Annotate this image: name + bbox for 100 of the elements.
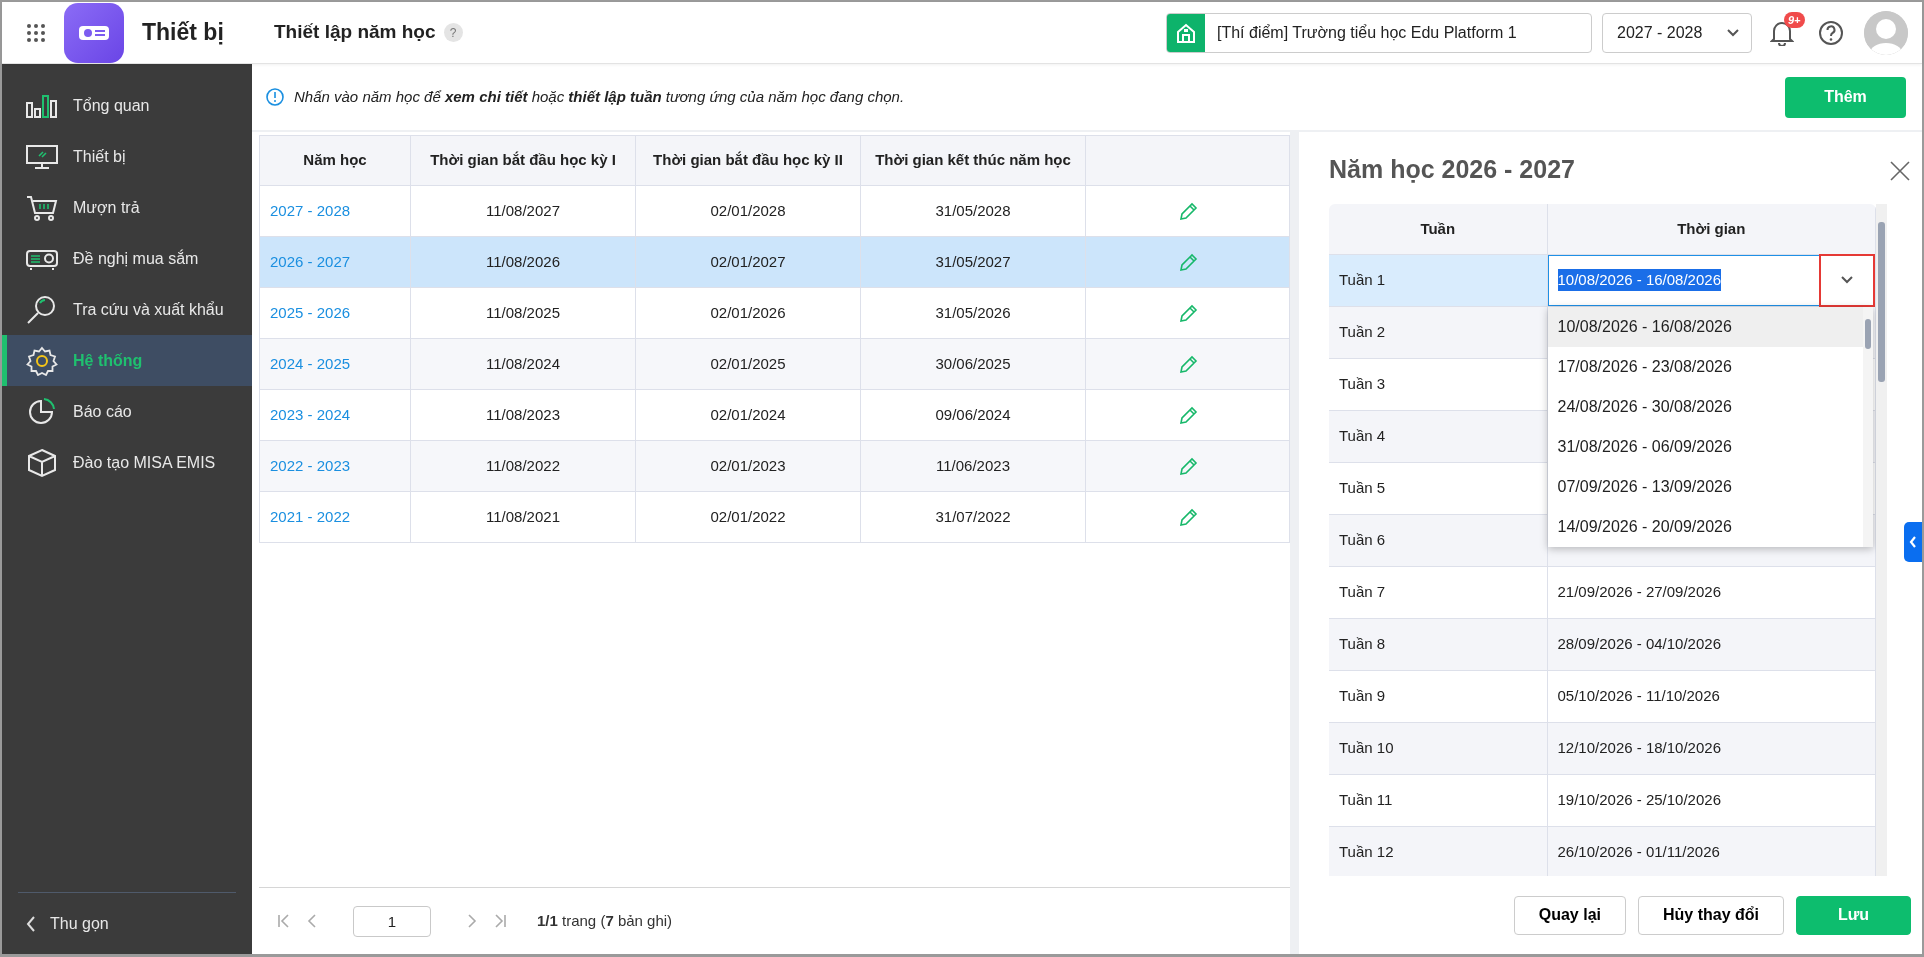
edit-icon[interactable] (1177, 303, 1198, 324)
table-cell: 11/08/2027 (410, 185, 636, 237)
table-cell: 11/06/2023 (860, 440, 1086, 492)
app-name: Thiết bị (142, 18, 224, 48)
edit-icon[interactable] (1177, 201, 1198, 222)
chevron-down-icon (1727, 28, 1739, 37)
column-header: Thời gian bắt đầu học kỳ I (410, 135, 636, 186)
table-cell: 05/10/2026 - 11/10/2026 (1547, 670, 1876, 722)
monitor-icon (25, 143, 59, 170)
sidebar-item[interactable]: Hệ thống (2, 335, 252, 386)
table-cell: 02/01/2027 (635, 236, 861, 288)
table-cell: Tuần 11 (1329, 774, 1547, 826)
table-cell: 11/08/2026 (410, 236, 636, 288)
info-text: Nhấn vào năm học để xem chi tiết hoặc thiết lập tuần tương ứng của năm học đang chọn. (294, 86, 905, 107)
table-cell: Tuần 4 (1329, 410, 1547, 462)
sidebar-item[interactable]: Đào tạo MISA EMIS (2, 437, 252, 488)
help-button[interactable]: ? (443, 23, 463, 42)
chevron-left-icon (26, 915, 36, 932)
year-link[interactable]: 2021 - 2022 (259, 491, 411, 543)
table-cell: 21/09/2026 - 27/09/2026 (1547, 566, 1876, 618)
gear-icon (25, 345, 59, 376)
action-button[interactable]: Quay lại (1513, 895, 1626, 935)
dropdown-option[interactable]: 10/08/2026 - 16/08/2026 (1547, 306, 1863, 347)
chart-icon (25, 92, 59, 119)
table-cell: 11/08/2021 (410, 491, 636, 543)
school-field[interactable]: [Thí điểm] Trường tiểu học Edu Platform 1 (1166, 12, 1592, 53)
info-icon (266, 88, 284, 106)
first-page-icon[interactable] (277, 914, 291, 928)
expand-tab-button[interactable] (1904, 522, 1922, 562)
dropdown-toggle-button[interactable] (1819, 253, 1875, 307)
table-cell: 28/09/2026 - 04/10/2026 (1547, 618, 1876, 670)
sidebar-item[interactable]: Mượn trả (2, 182, 252, 233)
table-cell: 11/08/2023 (410, 389, 636, 441)
table-cell: 02/01/2028 (635, 185, 861, 237)
dropdown-option[interactable]: 24/08/2026 - 30/08/2026 (1547, 386, 1863, 427)
panel-title: Năm học 2026 - 2027 (1329, 154, 1575, 186)
table-cell: 11/08/2024 (410, 338, 636, 390)
column-header: Thời gian kết thúc năm học (860, 135, 1086, 186)
scrollbar[interactable] (1876, 204, 1887, 876)
sidebar-item[interactable]: Tra cứu và xuất khẩu (2, 284, 252, 335)
sidebar-item[interactable]: Thiết bị (2, 131, 252, 182)
cart-icon (25, 194, 59, 221)
sidebar-item[interactable]: Tổng quan (2, 80, 252, 131)
edit-icon[interactable] (1177, 405, 1198, 426)
dropdown-option[interactable]: 31/08/2026 - 06/09/2026 (1547, 426, 1863, 467)
table-cell: 09/06/2024 (860, 389, 1086, 441)
apps-grid-icon[interactable] (26, 22, 46, 43)
dropdown-option[interactable]: 17/08/2026 - 23/08/2026 (1547, 346, 1863, 387)
table-cell: 31/05/2027 (860, 236, 1086, 288)
year-link[interactable]: 2025 - 2026 (259, 287, 411, 339)
column-header: Thời gian bắt đầu học kỳ II (635, 135, 861, 186)
help-icon[interactable] (1818, 19, 1844, 46)
table-cell: 11/08/2025 (410, 287, 636, 339)
page-number-field[interactable]: 1 (353, 905, 431, 937)
edit-icon[interactable] (1177, 456, 1198, 477)
column-header: Thời gian (1547, 204, 1876, 254)
avatar[interactable] (1864, 10, 1908, 55)
table-cell: 02/01/2023 (635, 440, 861, 492)
table-cell: 11/08/2022 (410, 440, 636, 492)
last-page-icon[interactable] (493, 914, 507, 928)
table-cell: Tuần 9 (1329, 670, 1547, 722)
table-cell: 02/01/2024 (635, 389, 861, 441)
table-cell: 02/01/2025 (635, 338, 861, 390)
column-header: Tuần (1329, 204, 1547, 254)
page-summary: 1/1 trang (7 bản ghi) (537, 910, 673, 931)
year-link[interactable]: 2027 - 2028 (259, 185, 411, 237)
table-cell: 02/01/2026 (635, 287, 861, 339)
table-cell: Tuần 7 (1329, 566, 1547, 618)
table-cell: 31/05/2026 (860, 287, 1086, 339)
previous-page-icon[interactable] (307, 914, 317, 928)
table-cell: 26/10/2026 - 01/11/2026 (1547, 826, 1876, 876)
table-cell: Tuần 12 (1329, 826, 1547, 876)
scrollbar[interactable] (1862, 306, 1873, 547)
table-cell: Tuần 3 (1329, 358, 1547, 410)
edit-icon[interactable] (1177, 507, 1198, 528)
dropdown-option[interactable]: 14/09/2026 - 20/09/2026 (1547, 506, 1863, 547)
table-cell: Tuần 8 (1329, 618, 1547, 670)
collapse-button[interactable]: Thu gọn (18, 892, 236, 954)
edit-icon[interactable] (1177, 354, 1198, 375)
chevron-left-icon (1909, 536, 1917, 548)
notification-badge: 9+ (1784, 11, 1805, 28)
edit-icon[interactable] (1177, 252, 1198, 273)
table-cell: 30/06/2025 (860, 338, 1086, 390)
table-cell: 31/07/2022 (860, 491, 1086, 543)
time-select[interactable]: 10/08/2026 - 16/08/2026 (1547, 254, 1875, 306)
close-button[interactable] (1889, 158, 1911, 182)
next-page-icon[interactable] (467, 914, 477, 928)
year-select[interactable]: 2027 - 2028 (1602, 12, 1752, 53)
page-title: Thiết lập năm học (274, 20, 436, 45)
sidebar-item[interactable]: Đề nghị mua sắm (2, 233, 252, 284)
sidebar-item[interactable]: Báo cáo (2, 386, 252, 437)
dropdown-option[interactable]: 07/09/2026 - 13/09/2026 (1547, 466, 1863, 507)
action-button[interactable]: Hủy thay đổi (1638, 895, 1784, 935)
column-header: Năm học (259, 135, 411, 186)
year-link[interactable]: 2023 - 2024 (259, 389, 411, 441)
table-cell: 31/05/2028 (860, 185, 1086, 237)
cube-icon (25, 447, 59, 478)
table-cell: Tuần 5 (1329, 462, 1547, 514)
chevron-down-icon (1841, 276, 1853, 284)
table-cell: 02/01/2022 (635, 491, 861, 543)
